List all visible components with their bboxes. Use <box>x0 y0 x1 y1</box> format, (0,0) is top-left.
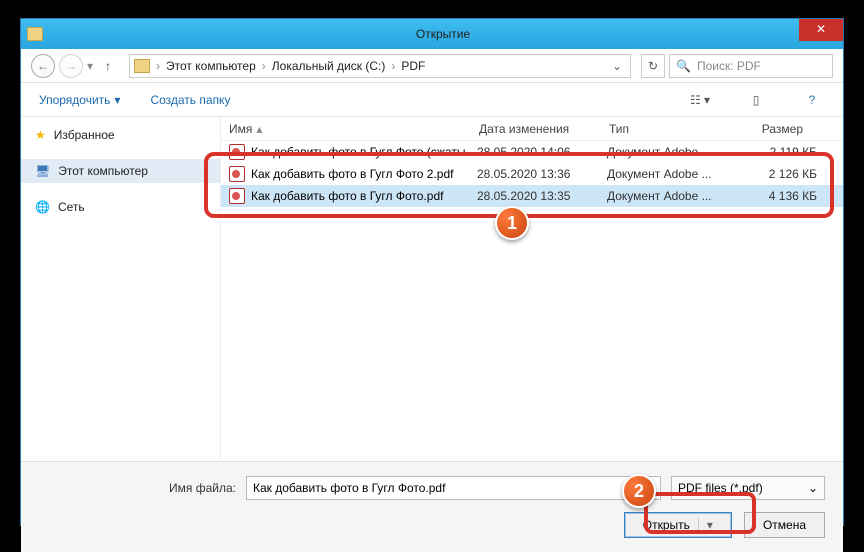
forward-button[interactable]: → <box>59 54 83 78</box>
column-size[interactable]: Размер <box>731 122 811 136</box>
file-name: Как добавить фото в Гугл Фото (сжаты... <box>251 145 477 159</box>
sidebar-item-network[interactable]: 🌐Сеть <box>21 195 220 219</box>
folder-icon <box>27 27 43 41</box>
file-type: Документ Adobe ... <box>607 145 737 159</box>
up-button[interactable]: ↑ <box>97 55 119 77</box>
nav-sidebar: ★Избранное 🖥Этот компьютер 🌐Сеть <box>21 117 221 461</box>
column-name[interactable]: Имя ▴ <box>221 122 471 136</box>
breadcrumb[interactable]: PDF <box>401 59 425 73</box>
file-name: Как добавить фото в Гугл Фото.pdf <box>251 189 477 203</box>
filename-label: Имя файла: <box>169 481 236 495</box>
file-row[interactable]: Как добавить фото в Гугл Фото.pdf 28.05.… <box>221 185 843 207</box>
sort-asc-icon: ▴ <box>256 122 262 136</box>
column-headers: Имя ▴ Дата изменения Тип Размер <box>221 117 843 141</box>
search-icon: 🔍 <box>676 59 691 73</box>
cancel-button[interactable]: Отмена <box>744 512 825 538</box>
titlebar[interactable]: Открытие ✕ <box>21 19 843 49</box>
breadcrumb[interactable]: Этот компьютер <box>166 59 256 73</box>
breadcrumb[interactable]: Локальный диск (C:) <box>272 59 386 73</box>
chevron-down-icon: ⌄ <box>808 481 818 495</box>
view-options-button[interactable]: ☷ ▾ <box>687 89 713 111</box>
pdf-icon <box>229 144 245 160</box>
file-date: 28.05.2020 13:36 <box>477 167 607 181</box>
column-date[interactable]: Дата изменения <box>471 122 601 136</box>
file-name: Как добавить фото в Гугл Фото 2.pdf <box>251 167 477 181</box>
file-type: Документ Adobe ... <box>607 189 737 203</box>
toolbar: Упорядочить▾ Создать папку ☷ ▾ ▯ ? <box>21 83 843 117</box>
file-size: 2 119 КБ <box>737 145 817 159</box>
search-placeholder: Поиск: PDF <box>697 59 761 73</box>
column-type[interactable]: Тип <box>601 122 731 136</box>
sidebar-item-favorites[interactable]: ★Избранное <box>21 123 220 147</box>
chevron-right-icon: › <box>156 59 160 73</box>
sidebar-item-computer[interactable]: 🖥Этот компьютер <box>21 159 220 183</box>
file-list: Имя ▴ Дата изменения Тип Размер Как доба… <box>221 117 843 461</box>
file-size: 4 136 КБ <box>737 189 817 203</box>
address-dropdown-icon[interactable]: ⌄ <box>608 59 626 73</box>
nav-bar: ← → ▾ ↑ › Этот компьютер › Локальный дис… <box>21 49 843 83</box>
search-input[interactable]: 🔍 Поиск: PDF <box>669 54 833 78</box>
chevron-right-icon: › <box>262 59 266 73</box>
chevron-right-icon: › <box>391 59 395 73</box>
folder-icon <box>134 59 150 73</box>
help-button[interactable]: ? <box>799 89 825 111</box>
address-bar[interactable]: › Этот компьютер › Локальный диск (C:) ›… <box>129 54 631 78</box>
star-icon: ★ <box>35 128 46 142</box>
recent-dropdown-icon[interactable]: ▾ <box>87 59 93 73</box>
organize-menu[interactable]: Упорядочить▾ <box>39 93 120 107</box>
window-title: Открытие <box>49 27 837 41</box>
file-size: 2 126 КБ <box>737 167 817 181</box>
annotation-badge-2: 2 <box>622 474 656 508</box>
preview-pane-button[interactable]: ▯ <box>743 89 769 111</box>
filename-input[interactable] <box>246 476 661 500</box>
close-button[interactable]: ✕ <box>799 19 843 41</box>
file-date: 28.05.2020 14:06 <box>477 145 607 159</box>
filetype-filter[interactable]: PDF files (*.pdf) ⌄ <box>671 476 825 500</box>
file-row[interactable]: Как добавить фото в Гугл Фото (сжаты... … <box>221 141 843 163</box>
network-icon: 🌐 <box>35 200 50 214</box>
split-dropdown-icon[interactable]: ▾ <box>698 518 713 532</box>
refresh-button[interactable]: ↻ <box>641 54 665 78</box>
computer-icon: 🖥 <box>35 164 50 178</box>
pdf-icon <box>229 188 245 204</box>
dialog-footer: Имя файла: PDF files (*.pdf) ⌄ Открыть ▾… <box>21 461 843 552</box>
open-file-dialog: Открытие ✕ ← → ▾ ↑ › Этот компьютер › Ло… <box>20 18 844 526</box>
file-row[interactable]: Как добавить фото в Гугл Фото 2.pdf 28.0… <box>221 163 843 185</box>
open-button[interactable]: Открыть ▾ <box>624 512 732 538</box>
file-date: 28.05.2020 13:35 <box>477 189 607 203</box>
pdf-icon <box>229 166 245 182</box>
annotation-badge-1: 1 <box>495 206 529 240</box>
file-type: Документ Adobe ... <box>607 167 737 181</box>
back-button[interactable]: ← <box>31 54 55 78</box>
new-folder-button[interactable]: Создать папку <box>150 93 230 107</box>
